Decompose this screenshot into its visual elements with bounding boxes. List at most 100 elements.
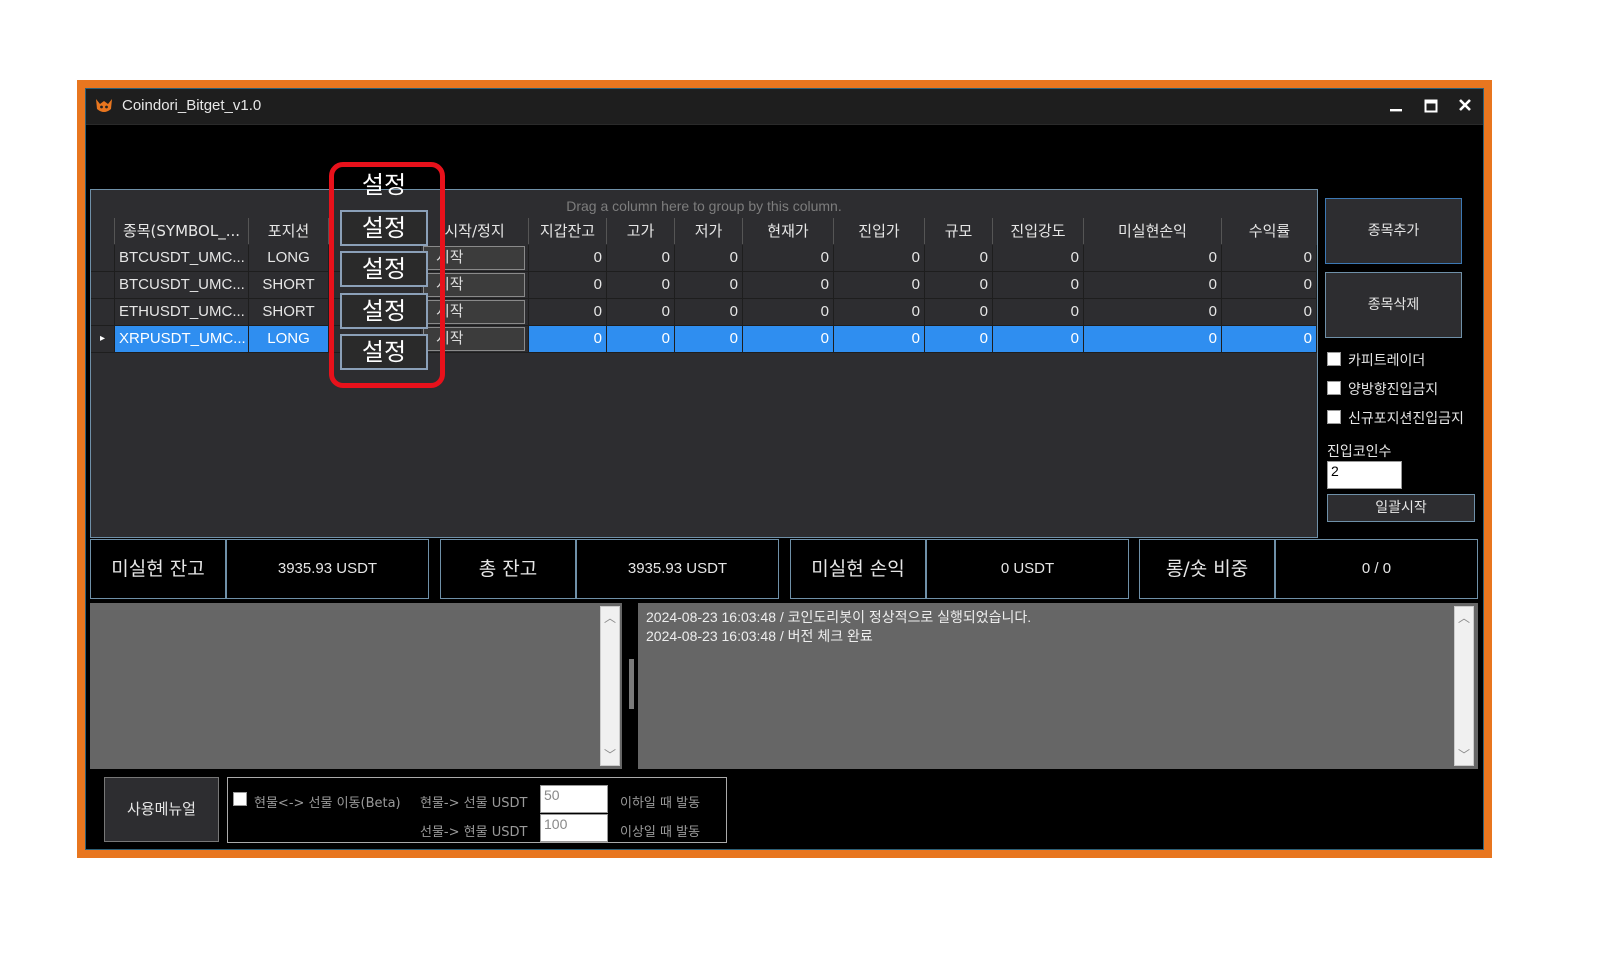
log-line: 2024-08-23 16:03:48 / 코인도리봇이 정상적으로 실행되었습… — [646, 609, 1032, 625]
cell-strength: 0 — [993, 299, 1084, 326]
unrealized-balance-label: 미실현 잔고 — [90, 539, 226, 599]
scroll-down-icon[interactable]: ﹀ — [1455, 746, 1473, 763]
column-header-roi[interactable]: 수익률 — [1222, 218, 1317, 244]
transfer-enable-checkbox[interactable] — [233, 792, 247, 806]
close-icon[interactable] — [1451, 93, 1479, 119]
spot-to-futures-label: 현물-> 선물 USDT — [420, 796, 528, 811]
cell-symbol[interactable]: BTCUSDT_UMC... — [115, 272, 249, 299]
futures-to-spot-label: 선물-> 현물 USDT — [420, 825, 528, 840]
cell-entry: 0 — [834, 245, 925, 272]
right-log-scrollbar[interactable]: ︿ ﹀ — [1454, 606, 1474, 766]
no-hedge-entry-checkbox[interactable] — [1327, 381, 1341, 395]
column-header-wallet[interactable]: 지갑잔고 — [529, 218, 607, 244]
symbol-grid: Drag a column here to group by this colu… — [90, 189, 1318, 538]
cell-current: 0 — [743, 272, 834, 299]
column-header-size[interactable]: 규모 — [925, 218, 993, 244]
column-header-current[interactable]: 현재가 — [743, 218, 834, 244]
cell-size: 0 — [925, 245, 993, 272]
spot-to-futures-suffix: 이하일 때 발동 — [620, 796, 701, 811]
cell-entry: 0 — [834, 326, 925, 353]
unrealized-balance-value: 3935.93 USDT — [226, 539, 429, 599]
table-row[interactable]: ETHUSDT_UMC... SHORT 시작 0 0 0 0 0 0 0 0 0 — [91, 299, 1317, 326]
cell-current: 0 — [743, 245, 834, 272]
cell-roi: 0 — [1222, 272, 1317, 299]
column-header-strength[interactable]: 진입강도 — [993, 218, 1084, 244]
group-by-panel[interactable]: Drag a column here to group by this colu… — [91, 190, 1317, 218]
left-log-scrollbar[interactable]: ︿ ﹀ — [600, 606, 620, 766]
column-header-position[interactable]: 포지션 — [249, 218, 329, 244]
futures-to-spot-suffix: 이상일 때 발동 — [620, 825, 701, 840]
transfer-label: 현물<-> 선물 이동(Beta) — [254, 796, 401, 811]
copy-trader-checkbox[interactable] — [1327, 352, 1341, 366]
cell-high: 0 — [607, 245, 675, 272]
cell-wallet: 0 — [529, 326, 607, 353]
scroll-up-icon[interactable]: ︿ — [601, 609, 619, 626]
no-new-position-checkbox[interactable] — [1327, 410, 1341, 424]
user-manual-button[interactable]: 사용메뉴얼 — [104, 777, 219, 842]
cell-unrealized: 0 — [1084, 326, 1222, 353]
column-header-low[interactable]: 저가 — [675, 218, 743, 244]
scroll-up-icon[interactable]: ︿ — [1455, 609, 1473, 626]
spot-to-futures-input[interactable]: 50 — [540, 785, 608, 813]
futures-to-spot-input[interactable]: 100 — [540, 814, 608, 842]
cell-size: 0 — [925, 299, 993, 326]
window-body: Coindori_Bitget_v1.0 Drag a column here … — [85, 88, 1484, 850]
delete-symbol-button[interactable]: 종목삭제 — [1325, 272, 1462, 338]
total-balance-label: 총 잔고 — [440, 539, 576, 599]
bulk-start-button[interactable]: 일괄시작 — [1327, 494, 1475, 522]
minimize-icon[interactable] — [1382, 93, 1410, 119]
splitter-handle[interactable] — [629, 659, 634, 709]
row-header[interactable] — [91, 245, 115, 272]
maximize-icon[interactable] — [1417, 93, 1445, 119]
cell-position: SHORT — [249, 272, 329, 299]
cell-low: 0 — [675, 299, 743, 326]
setting-column-highlight — [329, 162, 445, 388]
cell-symbol[interactable]: XRPUSDT_UMC... — [115, 326, 249, 353]
table-row[interactable]: ▸ XRPUSDT_UMC... LONG 시작 0 0 0 0 0 0 0 0 0 — [91, 326, 1317, 353]
cell-wallet: 0 — [529, 299, 607, 326]
cell-current: 0 — [743, 326, 834, 353]
column-header-symbol[interactable]: 종목(SYMBOL_... — [115, 218, 249, 244]
row-header[interactable] — [91, 272, 115, 299]
cell-size: 0 — [925, 326, 993, 353]
row-header[interactable] — [91, 299, 115, 326]
cell-low: 0 — [675, 272, 743, 299]
entry-count-label: 진입코인수 — [1327, 444, 1392, 460]
cell-high: 0 — [607, 299, 675, 326]
column-header-entry[interactable]: 진입가 — [834, 218, 925, 244]
main-log-panel[interactable]: 2024-08-23 16:03:48 / 코인도리봇이 정상적으로 실행되었습… — [638, 603, 1478, 769]
cell-size: 0 — [925, 272, 993, 299]
cell-entry: 0 — [834, 299, 925, 326]
cell-roi: 0 — [1222, 299, 1317, 326]
cell-strength: 0 — [993, 326, 1084, 353]
current-row-indicator-icon[interactable]: ▸ — [91, 326, 115, 353]
total-balance-value: 3935.93 USDT — [576, 539, 779, 599]
cell-entry: 0 — [834, 272, 925, 299]
cell-unrealized: 0 — [1084, 245, 1222, 272]
table-row[interactable]: BTCUSDT_UMC... LONG 시작 0 0 0 0 0 0 0 0 0 — [91, 245, 1317, 272]
title-bar[interactable]: Coindori_Bitget_v1.0 — [86, 89, 1483, 125]
column-header-high[interactable]: 고가 — [607, 218, 675, 244]
cell-position: LONG — [249, 326, 329, 353]
cell-position: LONG — [249, 245, 329, 272]
row-header-corner — [91, 218, 115, 244]
secondary-log-panel[interactable]: ︿ ﹀ — [90, 603, 622, 769]
app-window: Coindori_Bitget_v1.0 Drag a column here … — [77, 80, 1492, 858]
cell-unrealized: 0 — [1084, 272, 1222, 299]
column-header-unrealized[interactable]: 미실현손익 — [1084, 218, 1222, 244]
cell-strength: 0 — [993, 272, 1084, 299]
scroll-down-icon[interactable]: ﹀ — [601, 746, 619, 763]
table-row[interactable]: BTCUSDT_UMC... SHORT 시작 0 0 0 0 0 0 0 0 0 — [91, 272, 1317, 299]
cell-high: 0 — [607, 272, 675, 299]
add-symbol-button[interactable]: 종목추가 — [1325, 198, 1462, 264]
cell-symbol[interactable]: ETHUSDT_UMC... — [115, 299, 249, 326]
cell-symbol[interactable]: BTCUSDT_UMC... — [115, 245, 249, 272]
entry-count-input[interactable]: 2 — [1327, 461, 1402, 489]
copy-trader-label: 카피트레이더 — [1348, 353, 1426, 369]
cell-wallet: 0 — [529, 245, 607, 272]
cell-current: 0 — [743, 299, 834, 326]
cell-strength: 0 — [993, 245, 1084, 272]
no-hedge-entry-label: 양방향진입금지 — [1348, 382, 1439, 398]
cell-roi: 0 — [1222, 326, 1317, 353]
log-line: 2024-08-23 16:03:48 / 버전 체크 완료 — [646, 628, 873, 644]
